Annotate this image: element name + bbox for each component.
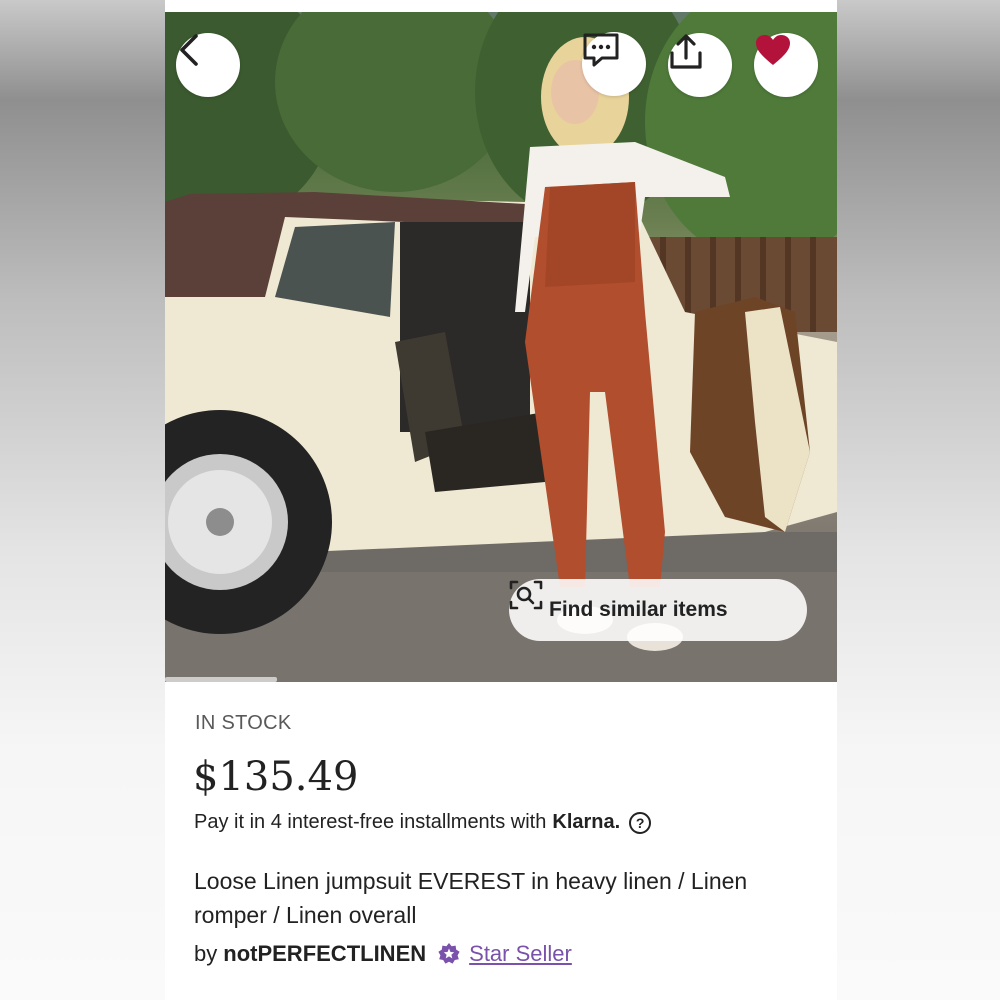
product-image[interactable]: Find similar items: [165, 12, 837, 682]
installments-text: Pay it in 4 interest-free installments w…: [194, 811, 547, 833]
help-icon[interactable]: ?: [629, 811, 652, 834]
share-icon: [670, 34, 702, 69]
find-similar-items-button[interactable]: Find similar items: [509, 579, 807, 641]
find-similar-items-label: Find similar items: [549, 598, 728, 621]
seller-name-link[interactable]: notPERFECTLINEN: [223, 941, 426, 967]
stock-status: IN STOCK: [195, 712, 292, 734]
listing-screen: Find similar items IN STOCK $135.49 Pay …: [165, 0, 837, 1000]
message-seller-button[interactable]: [582, 32, 646, 96]
back-button[interactable]: [176, 33, 240, 97]
heart-filled-icon: [756, 35, 790, 65]
listing-title: Loose Linen jumpsuit EVEREST in heavy li…: [194, 868, 748, 928]
star-seller-badge-icon: [437, 942, 461, 966]
image-carousel-indicator: [165, 677, 277, 682]
chevron-left-icon: [180, 34, 198, 66]
price: $135.49: [193, 754, 359, 800]
favorite-button[interactable]: [754, 33, 818, 97]
installments-info: Pay it in 4 interest-free installments w…: [194, 811, 652, 834]
seller-info: by notPERFECTLINEN Star Seller: [194, 941, 572, 967]
by-label: by: [194, 941, 218, 966]
klarna-logo: Klarna.: [552, 811, 621, 833]
star-seller-link[interactable]: Star Seller: [469, 941, 572, 967]
share-button[interactable]: [668, 33, 732, 97]
message-bubble-icon: [583, 33, 619, 67]
visual-search-icon: [509, 580, 543, 610]
